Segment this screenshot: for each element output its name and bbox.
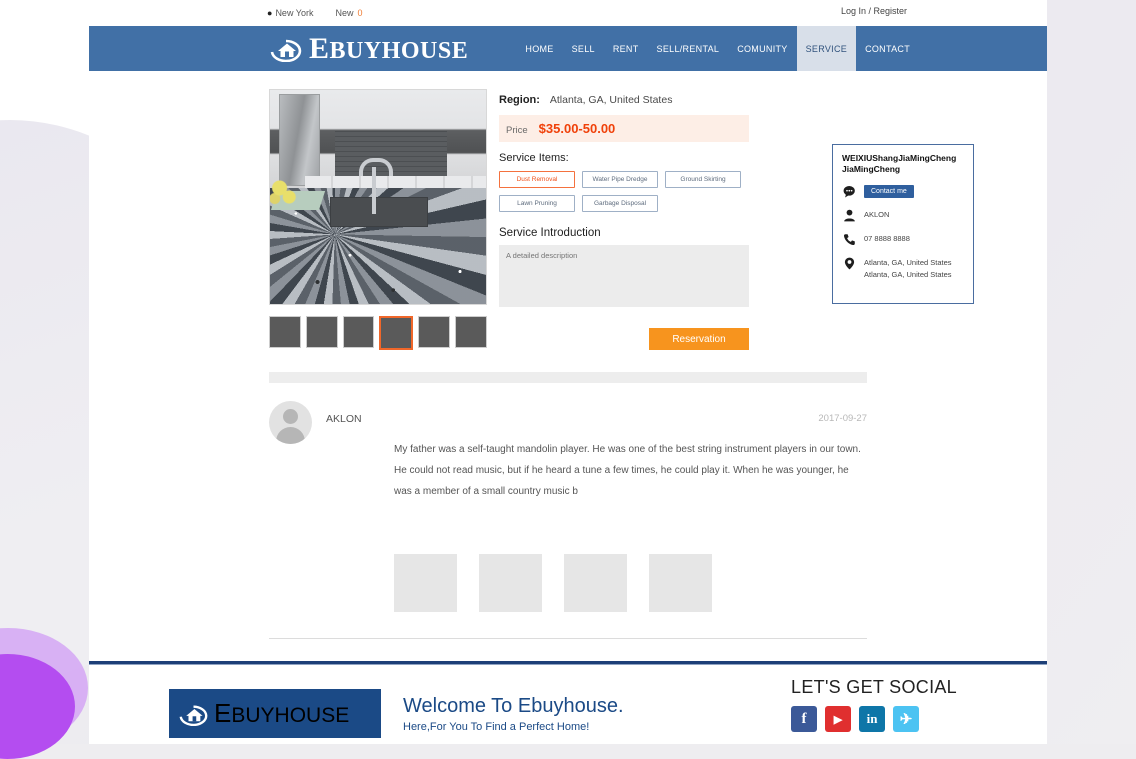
footer-brand-cap: E <box>214 698 232 728</box>
review-image-1[interactable] <box>394 554 457 612</box>
thumbnail-6[interactable] <box>455 316 487 348</box>
provider-phone: 07 8888 8888 <box>864 233 910 243</box>
facebook-icon[interactable]: f <box>791 706 818 732</box>
page-container: ● New York New 0 Log In / Register EBUYH… <box>89 0 1047 744</box>
nav-item-contact[interactable]: CONTACT <box>856 26 919 71</box>
provider-address-line1: Atlanta, GA, United States <box>864 257 952 267</box>
main-product-image[interactable] <box>269 89 487 305</box>
thumbnail-1[interactable] <box>269 316 301 348</box>
provider-title: WEIXIUShangJiaMingCheng JiaMingCheng <box>842 153 957 175</box>
user-icon <box>842 209 856 222</box>
welcome-subtitle: Here,For You To Find a Perfect Home! <box>403 720 590 733</box>
section-divider-bar <box>269 372 867 383</box>
provider-card: WEIXIUShangJiaMingCheng JiaMingCheng Con… <box>832 144 974 305</box>
service-detail: Region: Atlanta, GA, United States Price… <box>89 71 1047 350</box>
provider-address: Atlanta, GA, United States Atlanta, GA, … <box>864 257 952 280</box>
brand-cap: E <box>309 31 330 65</box>
service-introduction-label: Service Introduction <box>499 227 601 239</box>
thumbnail-4[interactable] <box>379 316 414 350</box>
brand-wordmark: EBUYHOUSE <box>309 31 469 65</box>
provider-person-row: AKLON <box>842 209 964 222</box>
service-item-water-pipe-dredge[interactable]: Water Pipe Dredge <box>582 171 658 188</box>
nav-item-comunity[interactable]: COMUNITY <box>728 26 796 71</box>
footer-brand-wordmark: EBUYHOUSE <box>214 698 349 729</box>
service-introduction-input[interactable] <box>499 245 749 307</box>
faucet <box>358 158 393 215</box>
region-row: Region: Atlanta, GA, United States <box>499 94 749 106</box>
footer-logo[interactable]: EBUYHOUSE <box>169 689 381 738</box>
social-title: LET'S GET SOCIAL <box>791 677 957 697</box>
review-bottom-rule <box>269 638 867 639</box>
nav-item-service[interactable]: SERVICE <box>796 26 857 71</box>
provider-person: AKLON <box>864 209 890 219</box>
thumbnail-strip <box>269 316 487 350</box>
header-logo[interactable]: EBUYHOUSE <box>269 31 469 65</box>
location-selector[interactable]: ● New York <box>267 8 313 18</box>
youtube-icon[interactable]: ▶ <box>825 706 852 732</box>
service-info: Region: Atlanta, GA, United States Price… <box>499 89 749 350</box>
chat-bubble-icon <box>842 185 856 198</box>
reservation-button[interactable]: Reservation <box>649 328 749 350</box>
main-content: Region: Atlanta, GA, United States Price… <box>89 71 1047 639</box>
review-block: AKLON 2017-09-27 My father was a self-ta… <box>269 401 867 497</box>
thumbnail-5[interactable] <box>418 316 451 348</box>
price-label: Price <box>506 125 528 136</box>
new-label[interactable]: New <box>335 8 353 18</box>
new-count-badge: 0 <box>357 8 363 18</box>
nav-item-home[interactable]: HOME <box>516 26 562 71</box>
provider-contact-row: Contact me <box>842 184 964 198</box>
review-images <box>394 554 867 612</box>
social-icons: f ▶ in ✈ <box>791 706 957 732</box>
twitter-icon[interactable]: ✈ <box>893 706 920 732</box>
ebuyhouse-logo-icon <box>178 702 209 726</box>
nav-item-sell-rental[interactable]: SELL/RENTAL <box>648 26 729 71</box>
price-value: $35.00-50.00 <box>538 121 616 136</box>
service-item-ground-skirting[interactable]: Ground Skirting <box>665 171 741 188</box>
thumbnail-2[interactable] <box>305 316 338 348</box>
review-body: My father was a self-taught mandolin pla… <box>394 444 861 497</box>
image-gallery <box>269 89 487 350</box>
service-item-garbage-disposal[interactable]: Garbage Disposal <box>582 195 658 212</box>
social-block: LET'S GET SOCIAL f ▶ in ✈ <box>791 677 957 732</box>
service-item-chips: Dust Removal Water Pipe Dredge Ground Skir… <box>499 171 749 212</box>
reservation-row: Reservation <box>499 328 749 350</box>
service-item-dust-removal[interactable]: Dust Removal <box>499 171 575 188</box>
location-label: New York <box>275 8 314 18</box>
review-image-4[interactable] <box>649 554 712 612</box>
price-row: Price $35.00-50.00 <box>499 115 749 142</box>
welcome-block: Welcome To Ebuyhouse. Here,For You To Fi… <box>403 695 624 733</box>
lemon-bowl <box>270 175 303 206</box>
sink-basin <box>330 197 428 227</box>
map-marker-icon <box>842 257 856 270</box>
review-image-3[interactable] <box>564 554 627 612</box>
refrigerator <box>278 94 320 187</box>
thumbnail-3[interactable] <box>342 316 375 348</box>
provider-address-row: Atlanta, GA, United States Atlanta, GA, … <box>842 257 964 280</box>
top-utility-bar: ● New York New 0 Log In / Register <box>89 0 1047 26</box>
region-label: Region: <box>499 94 540 106</box>
location-pin-icon: ● <box>267 8 273 18</box>
user-avatar-icon <box>269 401 312 444</box>
contact-me-button[interactable]: Contact me <box>864 184 914 198</box>
region-value: Atlanta, GA, United States <box>549 94 673 106</box>
review-image-2[interactable] <box>479 554 542 612</box>
provider-phone-row: 07 8888 8888 <box>842 233 964 246</box>
service-item-lawn-pruning[interactable]: Lawn Pruning <box>499 195 575 212</box>
review-author: AKLON <box>326 413 362 425</box>
nav-links: HOME SELL RENT SELL/RENTAL COMUNITY SERVICE CO… <box>516 26 919 71</box>
service-items-label: Service Items: <box>499 152 569 164</box>
linkedin-icon[interactable]: in <box>859 706 886 732</box>
phone-icon <box>842 233 856 246</box>
nav-item-sell[interactable]: SELL <box>563 26 604 71</box>
ebuyhouse-logo-icon <box>269 36 303 62</box>
footer-brand-rest: BUYHOUSE <box>231 704 350 727</box>
provider-address-line2: Atlanta, GA, United States <box>864 269 952 279</box>
review-date: 2017-09-27 <box>818 413 867 424</box>
login-register-link[interactable]: Log In / Register <box>841 6 907 16</box>
nav-item-rent[interactable]: RENT <box>604 26 648 71</box>
welcome-title: Welcome To Ebuyhouse. <box>403 694 624 717</box>
brand-rest: BUYHOUSE <box>329 37 469 64</box>
footer-top: EBUYHOUSE Welcome To Ebuyhouse. Here,For… <box>89 665 1047 738</box>
main-navbar: EBUYHOUSE HOME SELL RENT SELL/RENTAL COMUNIT… <box>89 26 1047 71</box>
